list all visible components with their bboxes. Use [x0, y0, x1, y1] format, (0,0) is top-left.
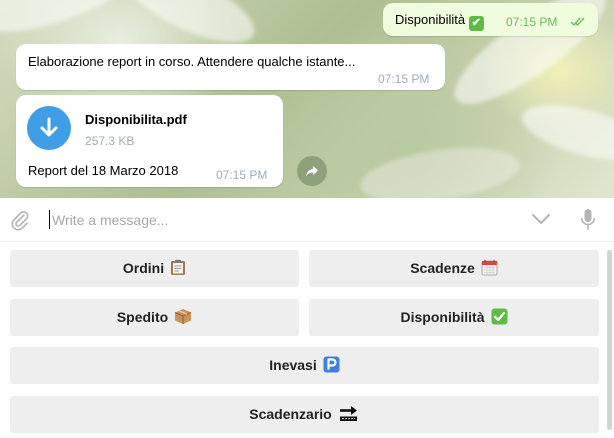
file-size: 257.3 KB — [85, 134, 135, 148]
clipboard-icon — [171, 259, 186, 275]
file-message[interactable]: Disponibilita.pdf 257.3 KB Report del 18… — [16, 95, 283, 187]
keyboard-scrollbar[interactable] — [607, 250, 612, 430]
outgoing-message[interactable]: Disponibilità ✔ 07:15 PM — [383, 3, 598, 36]
parking-icon — [323, 356, 340, 373]
download-arrow-icon — [40, 117, 58, 137]
microphone-icon[interactable] — [580, 208, 596, 232]
file-caption: Report del 18 Marzo 2018 — [28, 163, 179, 178]
button-label: Inevasi — [269, 357, 317, 373]
chevron-down-icon[interactable] — [531, 212, 551, 226]
background-petal — [0, 0, 155, 49]
message-composer — [0, 198, 614, 242]
button-label: Ordini — [122, 260, 165, 276]
button-label: Spedito — [116, 309, 169, 325]
download-button[interactable] — [27, 106, 71, 150]
file-name[interactable]: Disponibilita.pdf — [85, 112, 187, 127]
ordini-button[interactable]: Ordini — [10, 250, 299, 287]
attachment-icon[interactable] — [10, 209, 30, 231]
package-icon — [174, 309, 192, 324]
scadenze-button[interactable]: Scadenze — [309, 250, 599, 287]
background-petal — [516, 93, 614, 172]
incoming-message[interactable]: Elaborazione report in corso. Attendere … — [16, 44, 445, 90]
message-time: 07:15 PM — [378, 72, 430, 86]
button-label: Scadenze — [410, 260, 475, 276]
inevasi-button[interactable]: Inevasi — [10, 347, 599, 384]
message-time: 07:15 PM — [216, 168, 268, 182]
calendar-icon — [481, 259, 498, 276]
spedito-button[interactable]: Spedito — [10, 299, 299, 336]
button-label: Scadenzario — [249, 406, 332, 422]
check-mark-emoji-icon: ✔ — [468, 16, 484, 31]
message-input[interactable] — [52, 208, 512, 232]
message-time: 07:15 PM — [506, 15, 558, 29]
check-mark-icon — [491, 308, 507, 325]
double-check-icon — [570, 17, 585, 27]
scadenzario-button[interactable]: Scadenzario — [10, 396, 599, 433]
forward-button[interactable] — [297, 156, 327, 186]
message-text: Disponibilità ✔ — [395, 12, 484, 31]
disponibilita-button[interactable]: Disponibilità — [309, 299, 599, 336]
background-petal — [357, 139, 523, 198]
text-cursor — [49, 210, 50, 229]
button-label: Disponibilità — [400, 309, 485, 325]
message-text: Elaborazione report in corso. Attendere … — [28, 54, 356, 69]
reply-keyboard: Ordini Scadenze Spedito Disponibilità In… — [0, 242, 614, 438]
share-arrow-icon — [306, 166, 318, 177]
soon-arrow-icon — [339, 406, 357, 421]
chat-history: Disponibilità ✔ 07:15 PM Elaborazione re… — [0, 0, 614, 198]
